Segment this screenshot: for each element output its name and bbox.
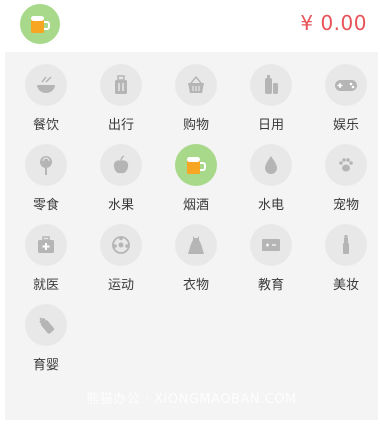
category-label: 出行 <box>107 118 134 133</box>
basket-icon <box>175 64 217 106</box>
category-label: 水果 <box>107 198 134 213</box>
beer-icon <box>175 144 217 186</box>
cosmetics-icon <box>325 224 367 266</box>
category-medical[interactable]: 就医 <box>8 224 84 304</box>
category-fruit[interactable]: 水果 <box>83 144 159 224</box>
category-pets[interactable]: 宠物 <box>308 144 384 224</box>
category-label: 育婴 <box>32 358 59 373</box>
baby-bottle-icon <box>25 304 67 346</box>
category-label: 日用 <box>257 118 284 133</box>
apple-icon <box>100 144 142 186</box>
ball-icon <box>100 224 142 266</box>
amount-display[interactable]: ¥ 0.00 <box>300 11 367 35</box>
lollipop-icon <box>25 144 67 186</box>
category-sports[interactable]: 运动 <box>83 224 159 304</box>
category-education[interactable]: 教育 <box>233 224 309 304</box>
category-label: 餐饮 <box>32 118 59 133</box>
category-snacks[interactable]: 零食 <box>8 144 84 224</box>
category-beauty[interactable]: 美妆 <box>308 224 384 304</box>
category-label: 娱乐 <box>332 118 359 133</box>
category-daily[interactable]: 日用 <box>233 64 309 144</box>
water-drop-icon <box>250 144 292 186</box>
blackboard-icon <box>250 224 292 266</box>
category-label: 美妆 <box>332 278 359 293</box>
watermark: 熊猫办公 · XIONGMAOBAN.COM <box>86 392 297 407</box>
category-label: 衣物 <box>182 278 209 293</box>
category-clothing[interactable]: 衣物 <box>158 224 234 304</box>
category-travel[interactable]: 出行 <box>83 64 159 144</box>
bowl-icon <box>25 64 67 106</box>
toiletry-icon <box>250 64 292 106</box>
category-label: 就医 <box>32 278 59 293</box>
luggage-icon <box>100 64 142 106</box>
category-entertainment[interactable]: 娱乐 <box>308 64 384 144</box>
category-baby[interactable]: 育婴 <box>8 304 84 384</box>
category-label: 零食 <box>32 198 59 213</box>
category-dining[interactable]: 餐饮 <box>8 64 84 144</box>
category-label: 宠物 <box>332 198 359 213</box>
dress-icon <box>175 224 217 266</box>
category-label: 烟酒 <box>182 198 209 213</box>
paw-icon <box>325 144 367 186</box>
category-label: 水电 <box>257 198 284 213</box>
category-tobacco-alcohol[interactable]: 烟酒 <box>158 144 234 224</box>
medical-kit-icon <box>25 224 67 266</box>
category-utilities[interactable]: 水电 <box>233 144 309 224</box>
gamepad-icon <box>325 64 367 106</box>
category-label: 教育 <box>257 278 284 293</box>
category-grid: 餐饮 出行 购物 日用 娱乐 零食 水果 烟酒 水电 宠物 就医 运动 衣物 教… <box>5 52 378 420</box>
header: ¥ 0.00 <box>0 0 387 52</box>
selected-category-beer-icon <box>20 4 60 44</box>
category-shopping[interactable]: 购物 <box>158 64 234 144</box>
category-label: 运动 <box>107 278 134 293</box>
category-label: 购物 <box>182 118 209 133</box>
